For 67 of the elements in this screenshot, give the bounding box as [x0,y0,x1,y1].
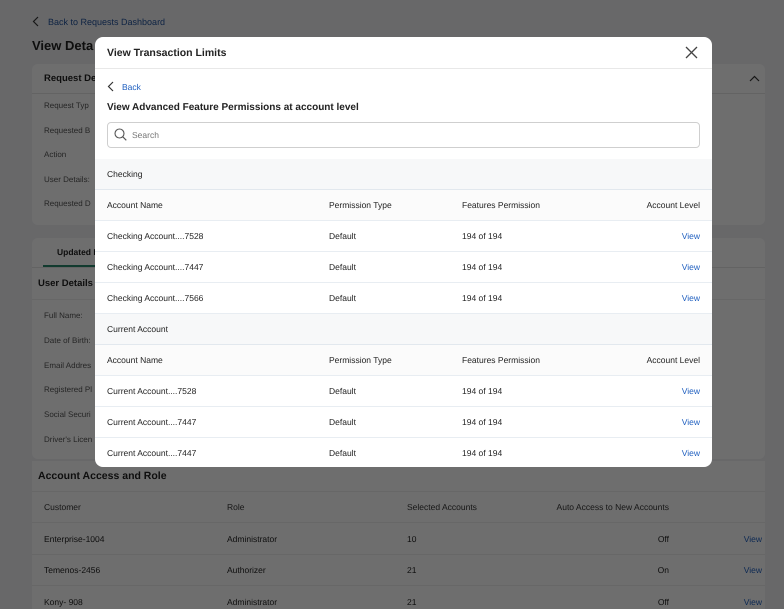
group-header: Current Account [95,314,712,345]
chevron-left-icon [32,16,39,27]
table-cell-text: 21 [407,565,418,575]
search-field[interactable]: Search [107,122,700,148]
back-link[interactable]: Back [107,81,141,92]
table-cell-text: Current Account....7447 [107,448,198,458]
column-header: Permission Type [329,355,393,365]
table-cell-text: Temenos-2456 [44,565,102,575]
search-icon [114,128,127,141]
chevron-left-icon [107,81,114,92]
table-cell-text: Default [329,293,357,303]
field-label: Action [44,149,66,162]
field-label: Registered Pl [44,384,92,396]
modal-subtitle: View Advanced Feature Permissions at account level [107,102,360,113]
table-cell-text: 194 of 194 [462,231,504,241]
column-header: Features Permission [462,200,541,210]
field-label: Email Addres [44,360,92,372]
table-cell-text: Off [656,596,669,606]
modal-title: View Transaction Limits [107,46,226,58]
column-header: Features Permission [462,355,541,365]
close-icon[interactable] [685,46,698,59]
field-label: Requested B [44,124,90,137]
column-header: Account Level [646,200,700,210]
field-label: User Details: [44,174,90,186]
view-link[interactable]: View [682,231,700,241]
table-cell-text: Current Account....7447 [107,417,198,427]
table-cell-text: Default [329,231,357,241]
table-cell-text: 194 of 194 [462,448,504,458]
field-label: Driver's Licen [44,434,92,446]
field-label: Full Name: [44,310,83,322]
table-cell-text: Default [329,448,357,458]
column-header: Customer [44,502,82,512]
view-link[interactable]: View [682,417,700,427]
table-cell-text: On [656,565,669,575]
column-header: Account Name [107,355,164,365]
table-cell-text: Administrator [227,596,278,606]
table-cell-text: Default [329,386,357,396]
view-link[interactable]: View [682,386,700,396]
view-link[interactable]: View [682,293,700,303]
table-cell-text: Current Account....7528 [107,386,198,396]
table-cell-text: 194 of 194 [462,386,504,396]
table-cell-text: Authorizer [227,565,267,575]
page-title: View Deta [32,38,94,53]
table-cell-text: Checking Account....7566 [107,293,204,303]
column-header: Selected Accounts [407,502,478,512]
table-cell-text: 10 [407,534,418,544]
table-cell-text: Checking Account....7528 [107,231,204,241]
table-cell-text: Default [329,417,357,427]
field-label: Social Securi [44,409,91,422]
table-cell-text: Enterprise-1004 [44,534,106,544]
table-cell-text: Administrator [227,534,278,544]
table-cell-text: 194 of 194 [462,293,504,303]
view-link[interactable]: View [682,448,700,458]
column-header: Permission Type [329,200,393,210]
chevron-icon[interactable] [749,75,760,82]
table-cell-text: 194 of 194 [462,417,504,427]
column-header: Account Name [107,200,164,210]
column-header: Auto Access to New Accounts [556,502,669,512]
column-header: Role [227,502,246,512]
group-header: Checking [95,159,712,190]
field-label: Requested D [44,198,91,210]
field-label: Date of Birth: [44,334,91,347]
table-cell-text: 21 [407,596,418,606]
column-header: Account Level [646,355,700,365]
table-cell-text: Kony- 908 [44,596,84,606]
table-cell-text: Off [656,534,669,544]
field-label: Request Typ [44,100,89,112]
